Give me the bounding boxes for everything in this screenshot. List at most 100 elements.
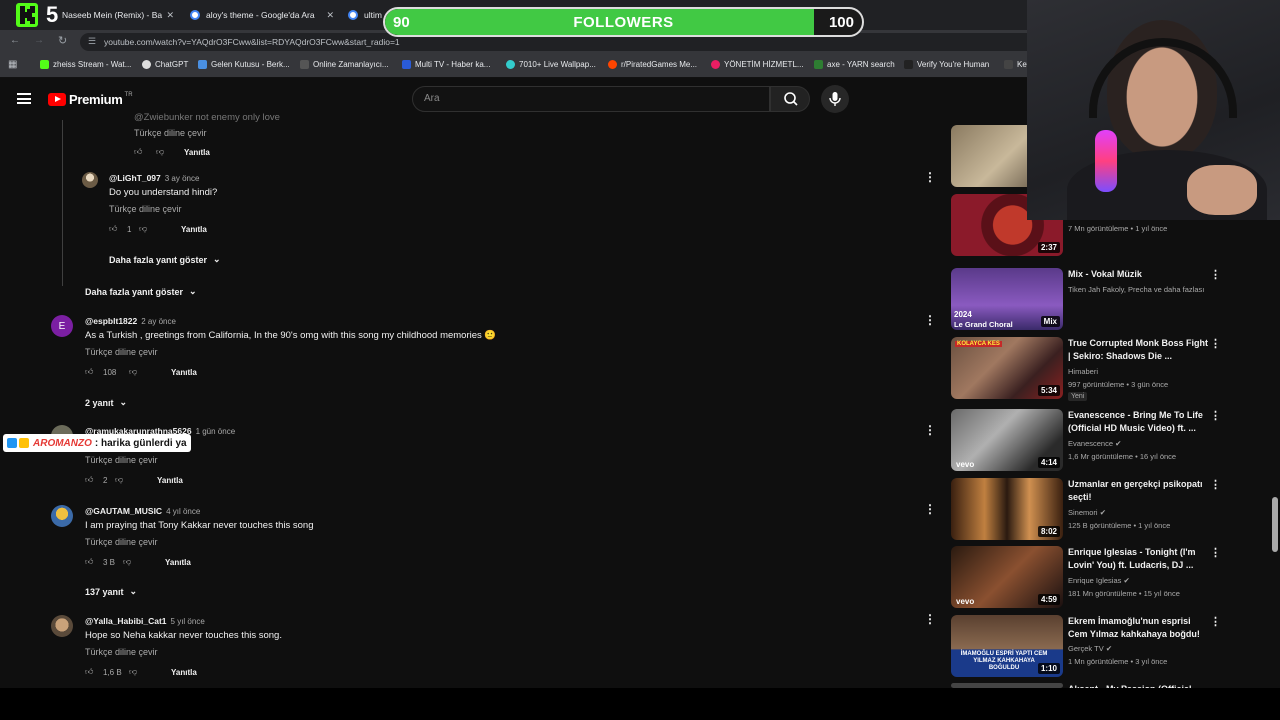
video-channel[interactable]: Himaberi [1068, 365, 1218, 378]
translate-link[interactable]: Türkçe diline çevir [85, 455, 235, 465]
more-options-icon[interactable]: ⋮ [1210, 409, 1221, 422]
more-options-icon[interactable]: ⋮ [924, 313, 936, 327]
comment-author[interactable]: @GAUTAM_MUSIC [85, 506, 162, 516]
headphones-icon [1089, 38, 1237, 118]
comment-author[interactable]: @Yalla_Habibi_Cat1 [85, 616, 167, 626]
tab-google-search[interactable]: aloy's theme - Google'da Ara ✕ [190, 4, 338, 26]
more-options-icon[interactable]: ⋮ [1210, 546, 1221, 559]
dislike-icon[interactable]: 👎︎ [129, 667, 147, 677]
more-options-icon[interactable]: ⋮ [924, 502, 936, 516]
translate-link[interactable]: Türkçe diline çevir [134, 128, 280, 138]
youtube-logo[interactable]: Premium TR [48, 92, 133, 107]
more-options-icon[interactable]: ⋮ [924, 612, 936, 626]
chevron-down-icon: ⌄ [119, 397, 128, 407]
close-icon[interactable]: ✕ [326, 10, 334, 21]
translate-link[interactable]: Türkçe diline çevir [85, 537, 313, 547]
like-icon[interactable]: 👍︎ [85, 557, 103, 567]
comment-author[interactable]: @LiGhT_097 [109, 173, 161, 183]
comment-time[interactable]: 2 ay önce [141, 317, 176, 326]
video-thumbnail[interactable]: vevo 4:59 [951, 546, 1063, 608]
reload-icon[interactable]: ↻ [58, 34, 67, 47]
tab-naseeb[interactable]: Naseeb Mein (Remix) - Ba ✕ [62, 4, 178, 26]
bookmark-item[interactable]: Multi TV - Haber ka... [402, 60, 490, 69]
show-more-replies-button[interactable]: Daha fazla yanıt göster ⌄ [109, 254, 221, 265]
reply-button[interactable]: Yanıtla [181, 225, 207, 234]
video-title[interactable]: Enrique Iglesias - Tonight (I'm Lovin' Y… [1068, 546, 1208, 572]
search-button[interactable] [770, 86, 810, 112]
dislike-icon[interactable]: 👎︎ [123, 557, 141, 567]
more-options-icon[interactable]: ⋮ [924, 423, 936, 437]
dislike-icon[interactable]: 👎︎ [115, 475, 133, 485]
like-icon[interactable]: 👍︎ [85, 667, 103, 677]
bookmark-item[interactable]: Gelen Kutusu - Berk... [198, 60, 290, 69]
video-channel[interactable]: Evanescence ✔ [1068, 437, 1218, 450]
reply-button[interactable]: Yanıtla [171, 368, 197, 377]
video-title[interactable]: Uzmanlar en gerçekçi psikopatı seçti! [1068, 478, 1208, 504]
more-options-icon[interactable]: ⋮ [924, 170, 936, 184]
more-options-icon[interactable]: ⋮ [1210, 268, 1221, 281]
bookmark-label: ChatGPT [155, 60, 189, 69]
search-input[interactable]: Ara [412, 86, 770, 112]
translate-link[interactable]: Türkçe diline çevir [85, 347, 496, 357]
comment-time[interactable]: 5 yıl önce [171, 617, 205, 626]
video-channel[interactable]: Sinemori ✔ [1068, 506, 1218, 519]
reply-button[interactable]: Yanıtla [184, 148, 210, 157]
translate-link[interactable]: Türkçe diline çevir [109, 204, 217, 214]
video-title[interactable]: True Corrupted Monk Boss Fight | Sekiro:… [1068, 337, 1208, 363]
bookmark-item[interactable]: Verify You're Human [904, 60, 989, 69]
bookmark-item[interactable]: 7010+ Live Wallpap... [506, 60, 596, 69]
dislike-icon[interactable]: 👎︎ [129, 367, 147, 377]
apps-grid-icon[interactable]: ▦ [8, 59, 17, 70]
video-channel[interactable]: Gerçek TV ✔ [1068, 642, 1218, 655]
bookmark-item[interactable]: axe - YARN search [814, 60, 895, 69]
avatar[interactable]: E [51, 315, 73, 337]
comment-time[interactable]: 1 gün önce [196, 427, 236, 436]
comment-author[interactable]: @espblt1822 [85, 316, 137, 326]
search-icon [784, 92, 798, 106]
more-options-icon[interactable]: ⋮ [1210, 337, 1221, 350]
reply-button[interactable]: Yanıtla [171, 668, 197, 677]
verified-icon: ✔ [1115, 439, 1122, 448]
scrollbar-thumb[interactable] [1272, 497, 1278, 552]
translate-link[interactable]: Türkçe diline çevir [85, 647, 282, 657]
show-more-replies-button[interactable]: Daha fazla yanıt göster ⌄ [85, 286, 197, 297]
like-icon[interactable]: 👍︎ [134, 147, 152, 157]
like-icon[interactable]: 👍︎ [85, 367, 103, 377]
video-thumbnail[interactable]: KOLAYCA KES 5:34 [951, 337, 1063, 399]
more-options-icon[interactable]: ⋮ [1210, 478, 1221, 491]
avatar[interactable] [51, 615, 73, 637]
avatar[interactable] [51, 505, 73, 527]
replies-toggle-button[interactable]: 2 yanıt ⌄ [85, 397, 127, 408]
video-thumbnail[interactable]: 2024 Le Grand Choral Mix [951, 268, 1063, 330]
reply-button[interactable]: Yanıtla [157, 476, 183, 485]
bookmark-item[interactable]: r/PiratedGames Me... [608, 60, 697, 69]
like-icon[interactable]: 👍︎ [109, 224, 127, 234]
site-info-icon[interactable]: ☰ [88, 36, 96, 47]
dislike-icon[interactable]: 👎︎ [156, 147, 174, 157]
forward-icon[interactable]: → [34, 35, 44, 46]
video-thumbnail[interactable]: 8:02 [951, 478, 1063, 540]
more-options-icon[interactable]: ⋮ [1210, 615, 1221, 628]
voice-search-button[interactable] [821, 85, 849, 113]
bookmark-item[interactable]: Online Zamanlayıcı... [300, 60, 389, 69]
video-thumbnail[interactable]: vevo 4:14 [951, 409, 1063, 471]
bookmark-item[interactable]: zheiss Stream - Wat... [40, 60, 131, 69]
comment-time[interactable]: 3 ay önce [165, 174, 200, 183]
menu-icon[interactable] [17, 93, 31, 104]
video-channel[interactable]: Enrique Iglesias ✔ [1068, 574, 1218, 587]
back-icon[interactable]: ← [10, 35, 20, 46]
video-title[interactable]: Ekrem İmamoğlu'nun esprisi Cem Yılmaz ka… [1068, 615, 1208, 641]
bookmark-item[interactable]: YÖNETİM HİZMETL... [711, 60, 804, 69]
video-title[interactable]: Mix - Vokal Müzik [1068, 268, 1208, 281]
like-icon[interactable]: 👍︎ [85, 475, 103, 485]
video-title[interactable]: Evanescence - Bring Me To Life (Official… [1068, 409, 1208, 435]
avatar[interactable] [82, 172, 98, 188]
video-thumbnail[interactable]: İMAMOĞLU ESPRİ YAPTI CEM YILMAZ KAHKAHAY… [951, 615, 1063, 677]
tab-ultim[interactable]: ultim [348, 4, 388, 26]
close-icon[interactable]: ✕ [166, 10, 174, 21]
reply-button[interactable]: Yanıtla [165, 558, 191, 567]
comment-time[interactable]: 4 yıl önce [166, 507, 200, 516]
replies-toggle-button[interactable]: 137 yanıt ⌄ [85, 586, 137, 597]
dislike-icon[interactable]: 👎︎ [139, 224, 157, 234]
bookmark-item[interactable]: ChatGPT [142, 60, 188, 69]
